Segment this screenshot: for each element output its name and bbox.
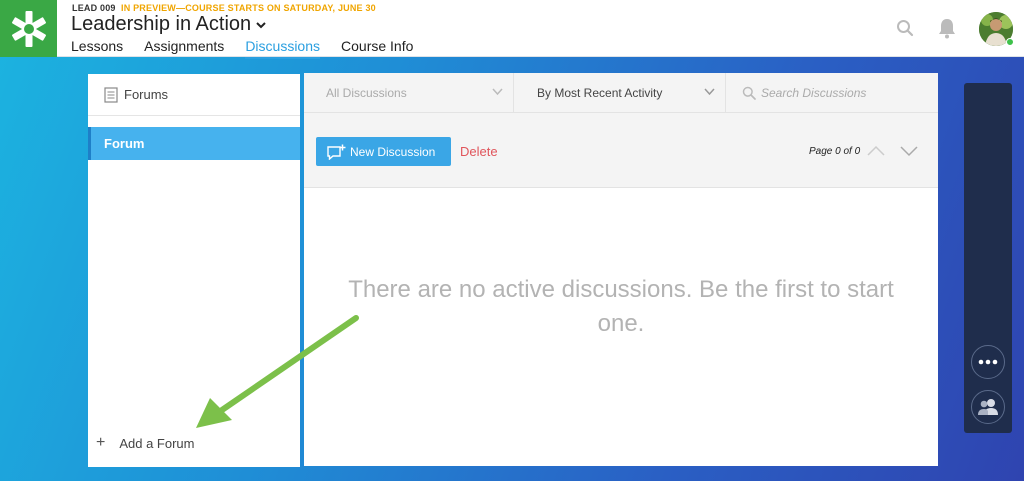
chevron-down-icon — [704, 88, 715, 96]
filter-bar: All Discussions By Most Recent Activity … — [304, 73, 938, 113]
discussion-filter-select[interactable]: All Discussions — [304, 73, 514, 113]
more-options-button[interactable] — [971, 345, 1005, 379]
chevron-down-icon — [492, 88, 503, 96]
top-bar: LEAD 009 IN PREVIEW—COURSE STARTS ON SAT… — [0, 0, 1024, 59]
ellipsis-icon — [978, 359, 998, 365]
tab-course-info[interactable]: Course Info — [341, 38, 413, 59]
course-nav: Lessons Assignments Discussions Course I… — [71, 38, 434, 59]
search-icon[interactable] — [896, 19, 914, 37]
filter-select-value: All Discussions — [326, 86, 407, 100]
tab-discussions[interactable]: Discussions — [245, 38, 321, 59]
search-placeholder: Search Discussions — [761, 86, 867, 100]
chevron-down-icon[interactable] — [899, 145, 919, 157]
tab-assignments[interactable]: Assignments — [144, 38, 224, 59]
search-discussions-input[interactable]: Search Discussions — [726, 73, 938, 113]
course-title-dropdown[interactable]: Leadership in Action — [71, 13, 267, 36]
forums-panel: Forums Forum + Add a Forum — [88, 74, 300, 467]
people-icon — [978, 399, 998, 415]
document-icon — [104, 86, 118, 103]
chevron-up-icon[interactable] — [866, 145, 886, 157]
forum-item-label: Forum — [104, 136, 145, 151]
sort-select-value: By Most Recent Activity — [537, 86, 663, 100]
chevron-down-icon — [256, 21, 266, 28]
delete-button[interactable]: Delete — [460, 144, 498, 159]
course-code: LEAD 009 — [72, 3, 116, 13]
people-button[interactable] — [971, 390, 1005, 424]
asterisk-logo-icon — [11, 10, 46, 47]
sort-select[interactable]: By Most Recent Activity — [514, 73, 726, 113]
search-icon — [742, 86, 756, 100]
discussions-panel: All Discussions By Most Recent Activity … — [304, 73, 938, 466]
add-forum-label: Add a Forum — [119, 435, 195, 451]
action-bar: New Discussion Delete Page 0 of 0 — [304, 113, 938, 188]
new-discussion-label: New Discussion — [350, 144, 436, 159]
course-status: IN PREVIEW—COURSE STARTS ON SATURDAY, JU… — [121, 3, 376, 13]
forums-title: Forums — [124, 87, 169, 102]
empty-state-message: There are no active discussions. Be the … — [348, 276, 894, 337]
course-title: Leadership in Action — [71, 13, 252, 35]
forums-header: Forums — [88, 74, 300, 116]
forum-list-item[interactable]: Forum — [88, 127, 300, 160]
new-discussion-button[interactable]: New Discussion — [316, 137, 451, 166]
add-forum-button[interactable]: + Add a Forum — [96, 434, 195, 452]
app-logo[interactable] — [0, 0, 57, 57]
tab-lessons[interactable]: Lessons — [71, 38, 123, 59]
online-status-dot — [1006, 38, 1014, 46]
right-rail — [964, 83, 1012, 433]
bell-icon[interactable] — [937, 17, 957, 39]
new-discussion-icon — [327, 144, 346, 160]
plus-icon: + — [96, 434, 106, 451]
page-indicator: Page 0 of 0 — [809, 146, 861, 157]
